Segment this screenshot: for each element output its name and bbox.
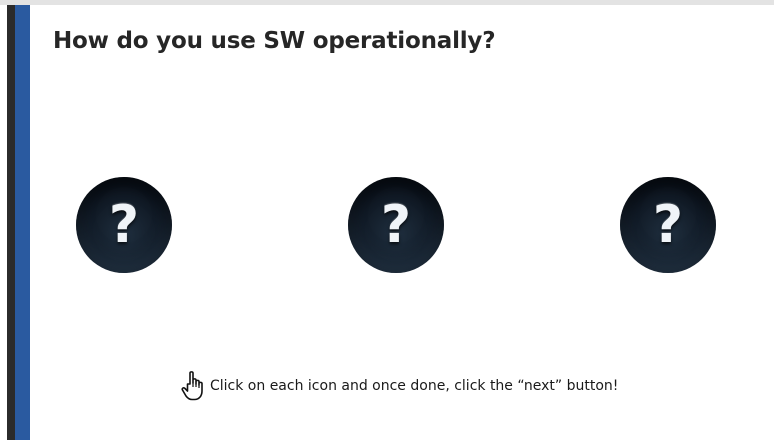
question-button-3[interactable]: ?: [620, 177, 716, 273]
question-icon: ?: [380, 195, 412, 255]
instruction: Click on each icon and once done, click …: [180, 370, 618, 402]
left-accent-bar: [15, 5, 30, 440]
question-icon: ?: [652, 195, 684, 255]
question-button-2[interactable]: ?: [348, 177, 444, 273]
question-icon: ?: [108, 195, 140, 255]
question-button-1[interactable]: ?: [76, 177, 172, 273]
left-dark-bar: [7, 5, 15, 440]
top-border: [0, 0, 774, 5]
pointing-hand-icon: [181, 371, 203, 401]
slide-title: How do you use SW operationally?: [53, 28, 496, 54]
instruction-text: Click on each icon and once done, click …: [210, 378, 619, 394]
slide: How do you use SW operationally? ? ? ? C…: [0, 0, 774, 440]
